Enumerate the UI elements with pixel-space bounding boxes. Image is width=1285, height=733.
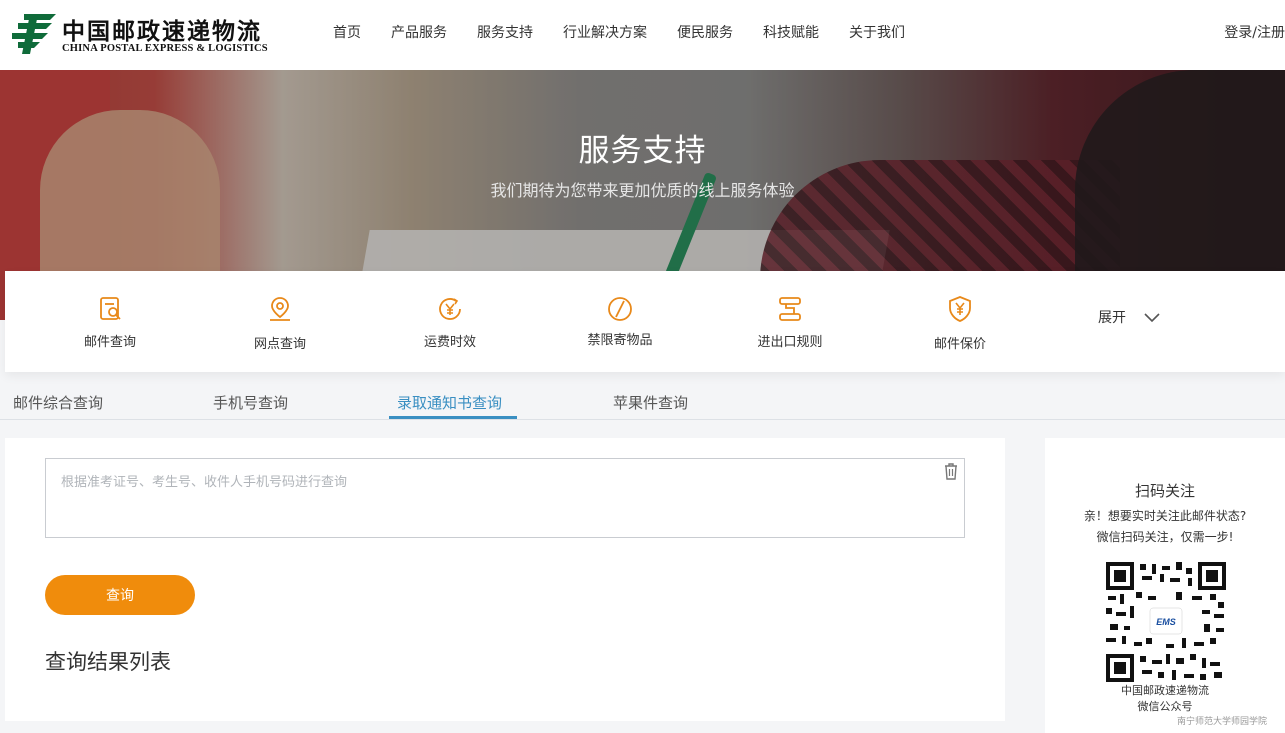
expand-services-button[interactable]: 展开 <box>1098 307 1161 327</box>
nav-home[interactable]: 首页 <box>333 22 361 42</box>
side-org-line-2: 微信公众号 <box>1137 700 1193 713</box>
service-shortcuts: 邮件查询 网点查询 运费时效 禁限寄物品 进出口规则 邮件保价 展开 <box>5 271 1285 372</box>
tab-admission-letter-query[interactable]: 录取通知书查询 <box>397 392 502 413</box>
yen-shield-icon <box>949 296 971 322</box>
nav-service-support[interactable]: 服务支持 <box>477 22 533 42</box>
watermark-text: 南宁师范大学师园学院 <box>1176 717 1267 727</box>
prohibited-icon <box>608 297 632 321</box>
service-insured-mail[interactable]: 邮件保价 <box>905 295 1015 352</box>
service-freight-time[interactable]: 运费时效 <box>395 295 505 350</box>
query-input[interactable] <box>45 458 965 538</box>
chevron-down-icon <box>1144 313 1161 323</box>
qr-center-logo: EMS <box>1156 617 1176 627</box>
side-org-name: 中国邮政速递物流 微信公众号 <box>1045 683 1285 715</box>
side-line-2: 微信扫码关注，仅需一步! <box>1096 530 1234 544</box>
nav-products[interactable]: 产品服务 <box>391 22 447 42</box>
tab-phone-query[interactable]: 手机号查询 <box>213 392 288 413</box>
site-header: 中国邮政速递物流 CHINA POSTAL EXPRESS & LOGISTIC… <box>0 0 1285 70</box>
qr-code-icon: EMS <box>1106 562 1226 682</box>
yen-clock-icon <box>439 298 461 320</box>
nav-industry-solutions[interactable]: 行业解决方案 <box>563 22 647 42</box>
nav-technology[interactable]: 科技赋能 <box>763 22 819 42</box>
banner-subtitle: 我们期待为您带来更加优质的线上服务体验 <box>490 181 795 200</box>
service-label: 进出口规则 <box>757 335 823 350</box>
china-post-logo-icon <box>12 14 56 54</box>
service-label: 邮件保价 <box>933 337 986 352</box>
side-line-1: 亲！想要实时关注此邮件状态? <box>1083 509 1247 523</box>
rules-icon <box>779 297 801 321</box>
nav-convenience[interactable]: 便民服务 <box>677 22 733 42</box>
main-nav: 首页 产品服务 服务支持 行业解决方案 便民服务 科技赋能 关于我们 <box>333 22 935 42</box>
tab-apple-mail-query[interactable]: 苹果件查询 <box>613 392 688 413</box>
tab-general-mail-query[interactable]: 邮件综合查询 <box>13 392 103 413</box>
expand-label: 展开 <box>1098 310 1126 326</box>
service-label: 禁限寄物品 <box>587 333 653 348</box>
site-logo[interactable]: 中国邮政速递物流 CHINA POSTAL EXPRESS & LOGISTIC… <box>10 12 268 56</box>
login-register-link[interactable]: 登录/注册 <box>1224 22 1285 42</box>
location-pin-icon <box>270 297 290 321</box>
mail-search-icon <box>100 297 121 320</box>
service-import-export-rules[interactable]: 进出口规则 <box>735 295 845 350</box>
service-outlet-search[interactable]: 网点查询 <box>225 295 335 352</box>
query-tabs: 邮件综合查询 手机号查询 录取通知书查询 苹果件查询 <box>0 380 1285 420</box>
wechat-follow-panel: 扫码关注 亲！想要实时关注此邮件状态? 微信扫码关注，仅需一步! EMS 中国邮… <box>1045 438 1285 733</box>
service-label: 邮件查询 <box>83 335 136 350</box>
logo-english-text: CHINA POSTAL EXPRESS & LOGISTICS <box>62 43 268 54</box>
side-title: 扫码关注 <box>1134 482 1195 500</box>
query-panel: 查询 查询结果列表 <box>5 438 1005 721</box>
query-button[interactable]: 查询 <box>45 575 195 615</box>
service-label: 运费时效 <box>423 335 476 350</box>
service-label: 网点查询 <box>253 337 306 352</box>
results-title: 查询结果列表 <box>45 650 171 674</box>
side-org-line-1: 中国邮政速递物流 <box>1121 684 1209 697</box>
side-description: 亲！想要实时关注此邮件状态? 微信扫码关注，仅需一步! <box>1045 506 1285 548</box>
nav-about[interactable]: 关于我们 <box>849 22 905 42</box>
logo-chinese-text: 中国邮政速递物流 <box>62 18 262 45</box>
banner-title: 服务支持 <box>578 133 707 169</box>
service-mail-search[interactable]: 邮件查询 <box>55 295 165 350</box>
trash-icon[interactable] <box>943 462 959 480</box>
service-prohibited-items[interactable]: 禁限寄物品 <box>565 295 675 348</box>
active-tab-underline <box>389 416 517 419</box>
